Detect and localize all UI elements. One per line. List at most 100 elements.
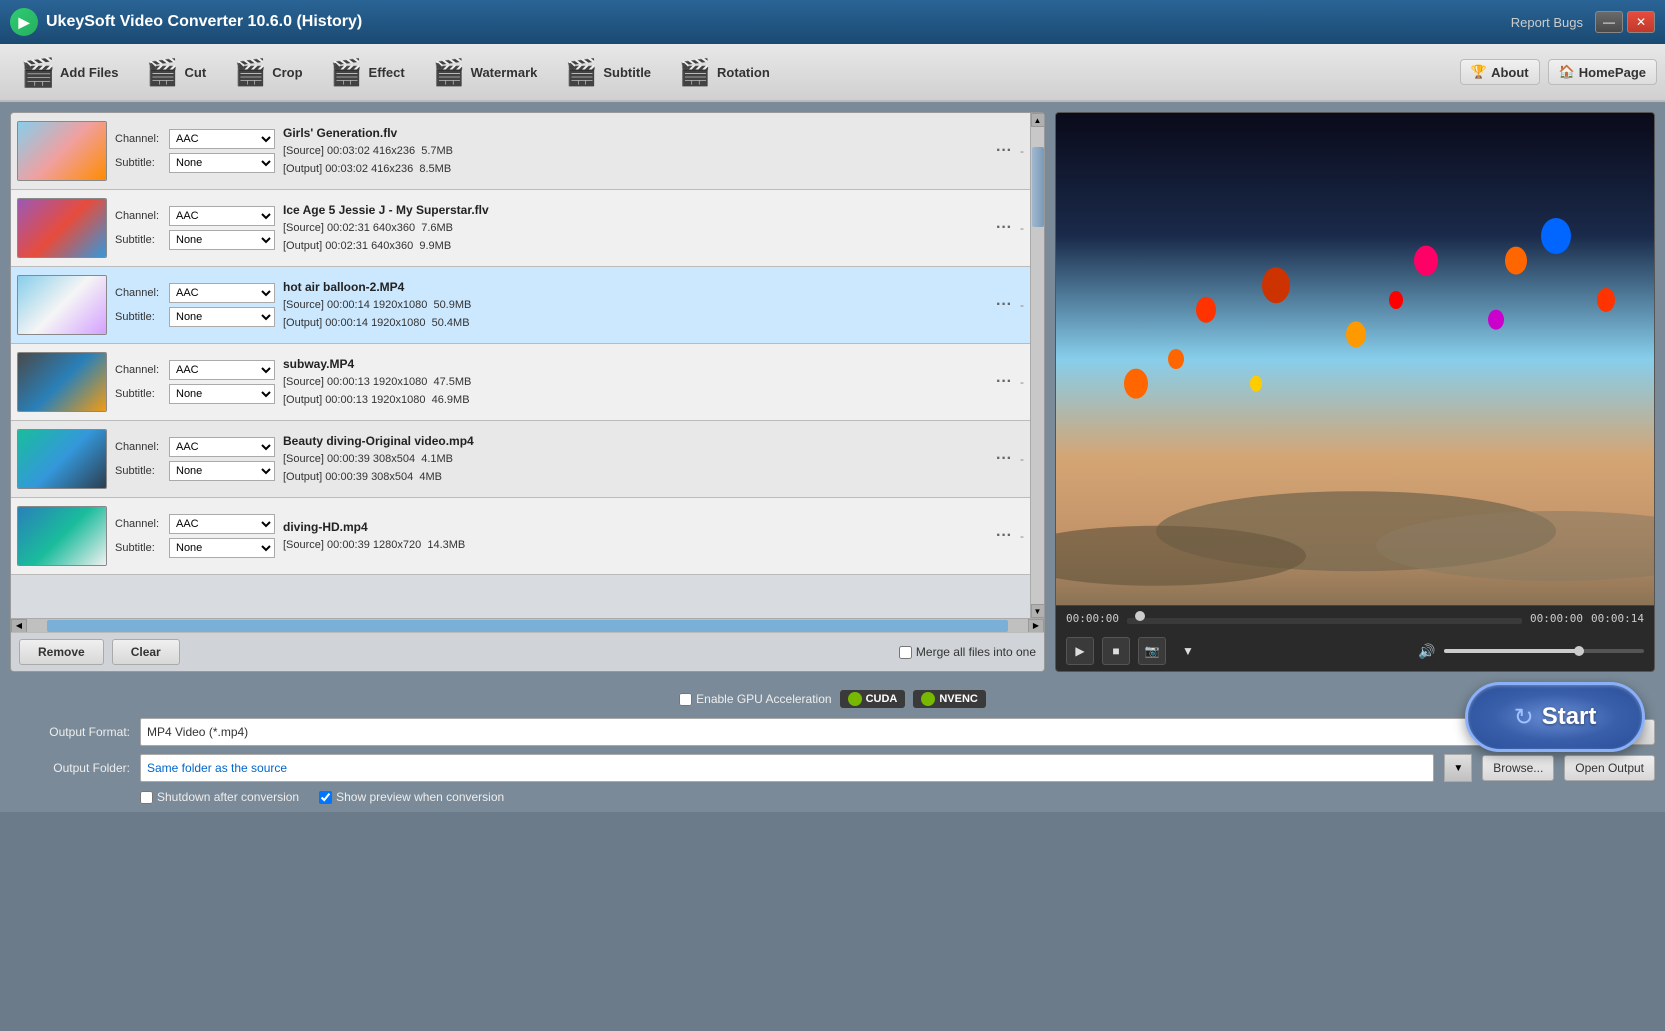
file-controls: Channel: AAC Subtitle: None <box>115 283 275 327</box>
file-controls: Channel: AAC Subtitle: None <box>115 514 275 558</box>
scroll-left-arrow[interactable]: ◀ <box>11 619 27 633</box>
subtitle-select[interactable]: None <box>169 153 275 173</box>
list-item[interactable]: Channel: AAC Subtitle: None hot air ball… <box>11 267 1030 344</box>
close-button[interactable]: ✕ <box>1627 11 1655 33</box>
watermark-button[interactable]: 🎬 Watermark <box>419 48 550 96</box>
horizontal-scrollbar[interactable]: ◀ ▶ <box>11 618 1044 632</box>
more-options-icon[interactable]: ··· <box>996 373 1012 391</box>
effect-button[interactable]: 🎬 Effect <box>317 48 417 96</box>
subtitle-select[interactable]: None <box>169 307 275 327</box>
subtitle-select[interactable]: None <box>169 461 275 481</box>
cut-button[interactable]: 🎬 Cut <box>133 48 219 96</box>
channel-label: Channel: <box>115 364 165 376</box>
output-format-input[interactable] <box>140 718 1494 746</box>
merge-checkbox[interactable] <box>899 646 912 659</box>
channel-label: Channel: <box>115 210 165 222</box>
list-item[interactable]: Channel: AAC Subtitle: None subway.MP4 [… <box>11 344 1030 421</box>
subtitle-button[interactable]: 🎬 Subtitle <box>551 48 663 96</box>
channel-select[interactable]: AAC <box>169 283 275 303</box>
merge-check-container: Merge all files into one <box>899 645 1036 659</box>
channel-label: Channel: <box>115 441 165 453</box>
subtitle-label: Subtitle: <box>115 465 165 477</box>
file-list-panel: Channel: AAC Subtitle: None Girls' Gener… <box>10 112 1045 672</box>
channel-select[interactable]: AAC <box>169 206 275 226</box>
output-folder-dropdown[interactable]: ▼ <box>1444 754 1472 782</box>
channel-select[interactable]: AAC <box>169 514 275 534</box>
show-preview-checkbox[interactable] <box>319 791 332 804</box>
scroll-right-arrow[interactable]: ▶ <box>1028 619 1044 633</box>
output-folder-input[interactable] <box>140 754 1434 782</box>
remove-button[interactable]: Remove <box>19 639 104 665</box>
file-list-footer: Remove Clear Merge all files into one <box>11 632 1044 671</box>
dash-label: - <box>1020 529 1024 543</box>
list-item[interactable]: Channel: AAC Subtitle: None diving-HD.mp… <box>11 498 1030 575</box>
start-button[interactable]: ↻ Start <box>1465 682 1645 752</box>
screenshot-button[interactable]: 📷 <box>1138 637 1166 665</box>
cuda-label: CUDA <box>866 693 898 705</box>
play-button[interactable]: ▶ <box>1066 637 1094 665</box>
subtitle-label: Subtitle: <box>115 157 165 169</box>
cut-label: Cut <box>185 65 207 80</box>
volume-bar[interactable] <box>1444 649 1644 653</box>
file-name: diving-HD.mp4 <box>283 518 988 537</box>
window-controls: — ✕ <box>1595 11 1655 33</box>
rotation-label: Rotation <box>717 65 770 80</box>
add-files-button[interactable]: 🎬 Add Files <box>8 48 131 96</box>
cut-icon: 🎬 <box>145 54 181 90</box>
more-options-icon[interactable]: ··· <box>996 527 1012 545</box>
more-options-icon[interactable]: ··· <box>996 219 1012 237</box>
dash-label: - <box>1020 144 1024 158</box>
time-end: 00:00:14 <box>1591 612 1644 625</box>
list-item[interactable]: Channel: AAC Subtitle: None Ice Age 5 Je… <box>11 190 1030 267</box>
about-icon: 🏆 <box>1471 64 1487 80</box>
gpu-label: Enable GPU Acceleration <box>696 692 831 706</box>
cuda-badge: CUDA <box>840 690 906 708</box>
shutdown-checkbox[interactable] <box>140 791 153 804</box>
file-controls: Channel: AAC Subtitle: None <box>115 360 275 404</box>
shutdown-label: Shutdown after conversion <box>157 790 299 804</box>
file-thumbnail <box>17 429 107 489</box>
balloon-scene <box>1056 113 1654 605</box>
list-item[interactable]: Channel: AAC Subtitle: None Girls' Gener… <box>11 113 1030 190</box>
start-icon: ↻ <box>1514 703 1534 732</box>
subtitle-select[interactable]: None <box>169 538 275 558</box>
gpu-checkbox[interactable] <box>679 693 692 706</box>
scroll-thumb-h[interactable] <box>47 620 1008 632</box>
scroll-up-arrow[interactable]: ▲ <box>1031 113 1045 127</box>
subtitle-icon: 🎬 <box>563 54 599 90</box>
homepage-button[interactable]: 🏠 HomePage <box>1548 59 1657 85</box>
more-options-icon[interactable]: ··· <box>996 296 1012 314</box>
vertical-scrollbar[interactable]: ▲ ▼ <box>1030 113 1044 618</box>
open-output-button[interactable]: Open Output <box>1564 755 1655 781</box>
crop-button[interactable]: 🎬 Crop <box>220 48 314 96</box>
channel-label: Channel: <box>115 287 165 299</box>
subtitle-select[interactable]: None <box>169 230 275 250</box>
preview-video <box>1056 113 1654 605</box>
clear-button[interactable]: Clear <box>112 639 180 665</box>
channel-select[interactable]: AAC <box>169 437 275 457</box>
minimize-button[interactable]: — <box>1595 11 1623 33</box>
more-options-icon[interactable]: ··· <box>996 450 1012 468</box>
crop-label: Crop <box>272 65 302 80</box>
nvidia-logo-2 <box>921 692 935 706</box>
scroll-thumb[interactable] <box>1032 147 1044 227</box>
volume-dot[interactable] <box>1574 646 1584 656</box>
browse-button[interactable]: Browse... <box>1482 755 1554 781</box>
list-item[interactable]: Channel: AAC Subtitle: None Beauty divin… <box>11 421 1030 498</box>
rotation-button[interactable]: 🎬 Rotation <box>665 48 782 96</box>
toolbar: 🎬 Add Files 🎬 Cut 🎬 Crop 🎬 Effect 🎬 Wate… <box>0 44 1665 102</box>
screenshot-dropdown[interactable]: ▼ <box>1174 637 1202 665</box>
subtitle-label: Subtitle: <box>115 388 165 400</box>
scroll-down-arrow[interactable]: ▼ <box>1031 604 1045 618</box>
channel-select[interactable]: AAC <box>169 129 275 149</box>
file-list-scroll[interactable]: Channel: AAC Subtitle: None Girls' Gener… <box>11 113 1044 618</box>
preview-panel: 00:00:00 00:00:00 00:00:14 ▶ ■ 📷 ▼ 🔊 <box>1055 112 1655 672</box>
stop-button[interactable]: ■ <box>1102 637 1130 665</box>
subtitle-select[interactable]: None <box>169 384 275 404</box>
file-thumbnail <box>17 198 107 258</box>
channel-select[interactable]: AAC <box>169 360 275 380</box>
more-options-icon[interactable]: ··· <box>996 142 1012 160</box>
app-icon: ▶ <box>10 8 38 36</box>
about-button[interactable]: 🏆 About <box>1460 59 1540 85</box>
timeline-position[interactable] <box>1135 611 1145 621</box>
